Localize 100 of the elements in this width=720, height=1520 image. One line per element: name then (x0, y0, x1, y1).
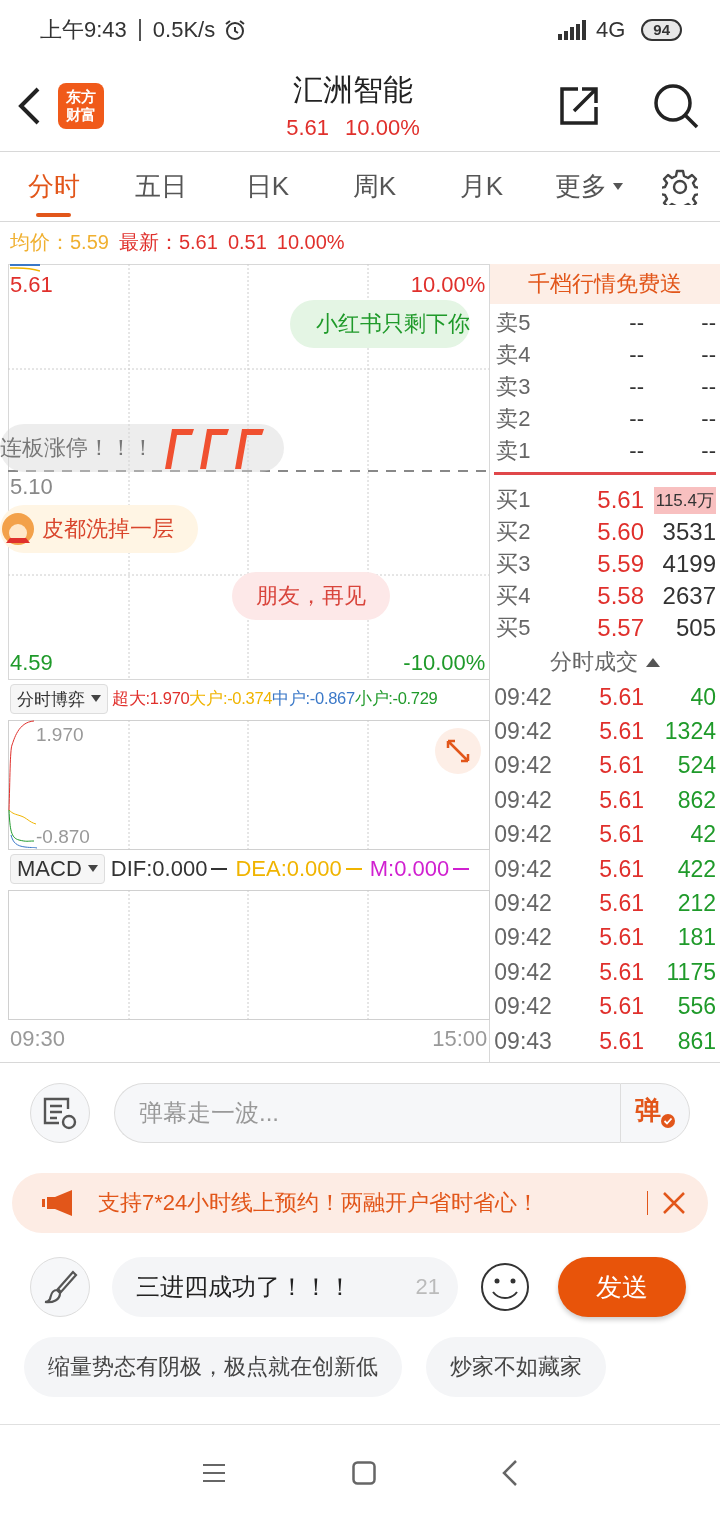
axis-label: 1.970 (36, 724, 84, 746)
trade-price: 5.61 (598, 786, 644, 814)
order-price: 5.61 (596, 486, 644, 514)
trade-price: 5.61 (598, 958, 644, 986)
order-price: 5.57 (596, 614, 644, 642)
order-volume: -- (701, 438, 716, 464)
network-speed: 0.5K/s (152, 17, 216, 43)
danmaku-toggle[interactable]: 弹 (620, 1083, 690, 1143)
settings-icon[interactable] (662, 168, 698, 205)
battery-indicator: 94 (641, 19, 682, 41)
order-volume: 505 (675, 614, 716, 642)
trade-price: 5.61 (598, 890, 644, 918)
trade-price: 5.61 (598, 718, 644, 746)
order-price: -- (628, 374, 644, 400)
comment-text: 三进四成功了！！！ (136, 1272, 352, 1302)
danmaku-bubble: 朋友，再见 (232, 572, 390, 620)
indicator-select[interactable]: MACD (10, 854, 105, 884)
latest-price: 最新：5.61 (118, 229, 218, 255)
check-badge-icon (661, 1114, 675, 1128)
suggestion-chip[interactable]: 炒家不如藏家 (426, 1337, 606, 1397)
trade-time: 09:42 (494, 786, 553, 814)
search-icon[interactable] (652, 81, 700, 130)
chart-tab[interactable]: 更多 (535, 152, 642, 221)
legend-line (453, 868, 470, 870)
indicator-select[interactable]: 分时博弈 (10, 684, 108, 714)
order-volume: 3531 (662, 518, 716, 546)
trade-time: 09:42 (494, 890, 553, 918)
stock-change: 10.00% (345, 115, 420, 141)
danmaku-input[interactable]: 弹幕走一波... (114, 1083, 620, 1143)
chart-tab[interactable]: 日K (214, 152, 321, 221)
caret-icon (612, 182, 623, 191)
chart-tab[interactable]: 分时 (0, 152, 107, 221)
menu-icon[interactable] (202, 1462, 226, 1483)
trade-time: 09:43 (494, 1027, 553, 1055)
low-percent-label: -10.00% (403, 650, 486, 676)
trade-price: 5.61 (598, 993, 644, 1021)
trade-time: 09:42 (494, 683, 553, 711)
chart-tab[interactable]: 周K (321, 152, 428, 221)
order-price: 5.58 (596, 582, 644, 610)
chart-tab[interactable]: 月K (428, 152, 535, 221)
expand-button[interactable] (435, 728, 482, 774)
percent-change: 10.00% (276, 230, 345, 254)
trade-volume: 42 (689, 821, 716, 849)
order-level: 买4 (496, 582, 532, 610)
avatar-icon (0, 511, 36, 547)
order-volume: 4199 (662, 550, 716, 578)
caret-up-icon (646, 657, 661, 667)
order-price: -- (628, 406, 644, 432)
danmaku-bubble: 皮都洗掉一层 (0, 505, 198, 553)
order-volume: -- (701, 406, 716, 432)
order-volume: -- (701, 310, 716, 336)
send-button[interactable]: 发送 (558, 1257, 686, 1317)
comment-field[interactable]: 三进四成功了！！！ 21 (112, 1257, 458, 1317)
order-level: 买3 (496, 550, 532, 578)
order-level: 买1 (496, 486, 532, 514)
axis-label: -0.870 (36, 826, 90, 848)
trade-price: 5.61 (598, 683, 644, 711)
order-level: 买2 (496, 518, 532, 546)
trades-toggle[interactable]: 分时成交 (490, 644, 720, 680)
order-level: 卖5 (496, 309, 532, 337)
trade-volume: 556 (676, 993, 716, 1021)
fund-flow-value: 大户:-0.374 (189, 688, 273, 709)
time-axis-label: 15:00 (432, 1026, 488, 1052)
danmaku-bubble: 连板涨停！！！ (0, 424, 284, 472)
trade-time: 09:42 (494, 752, 553, 780)
macd-value: DIF:0.000 (110, 856, 208, 882)
order-price: -- (628, 342, 644, 368)
trade-time: 09:42 (494, 958, 553, 986)
chart-tab[interactable]: 五日 (107, 152, 214, 221)
app-logo: 东方 财富 (58, 82, 104, 129)
trade-price: 5.61 (598, 855, 644, 883)
macd-value: DEA:0.000 (235, 856, 342, 882)
order-volume: 2637 (662, 582, 716, 610)
time-axis-label: 09:30 (10, 1026, 66, 1052)
order-volume: 115.4万 (653, 486, 716, 514)
trade-volume: 422 (676, 855, 716, 883)
stock-price: 5.61 (286, 115, 330, 141)
share-icon[interactable] (558, 84, 600, 127)
trade-volume: 524 (676, 752, 716, 780)
trade-time: 09:42 (494, 855, 553, 883)
average-price: 均价：5.59 (10, 229, 109, 255)
macd-value: M:0.000 (369, 856, 450, 882)
order-level: 卖4 (496, 341, 532, 369)
home-icon[interactable] (352, 1460, 376, 1485)
trade-volume: 1175 (665, 958, 716, 986)
smiley-icon[interactable] (480, 1262, 530, 1312)
high-percent-label: 10.00% (410, 272, 486, 298)
trade-price: 5.61 (598, 924, 644, 952)
close-icon[interactable] (662, 1191, 686, 1215)
back-icon[interactable] (16, 85, 42, 126)
order-level: 卖2 (496, 405, 532, 433)
expand-icon (446, 739, 471, 763)
trade-time: 09:42 (494, 993, 553, 1021)
signal-icon (557, 20, 588, 40)
trade-volume: 862 (676, 786, 716, 814)
order-price: 5.59 (596, 550, 644, 578)
trade-volume: 181 (676, 924, 716, 952)
suggestion-chip[interactable]: 缩量势态有阴极，极点就在创新低 (24, 1337, 402, 1397)
trade-volume: 40 (689, 683, 716, 711)
trade-volume: 212 (676, 890, 716, 918)
